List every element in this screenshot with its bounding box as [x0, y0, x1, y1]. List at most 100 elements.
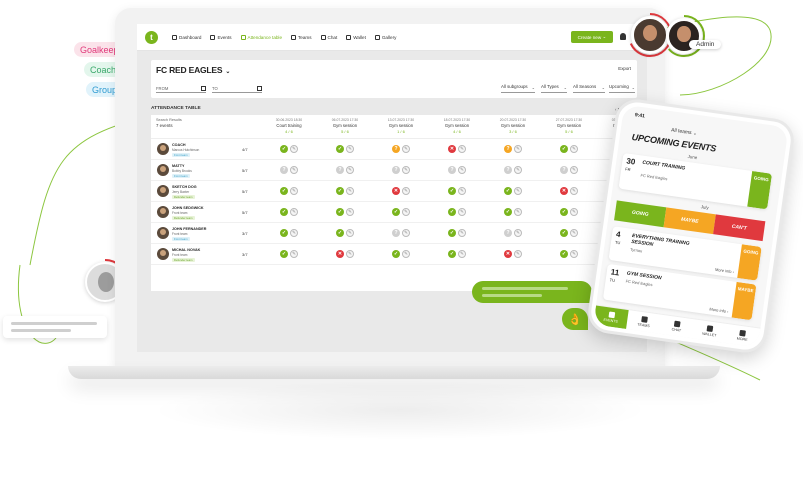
edit-icon[interactable]: ✎: [346, 145, 354, 153]
edit-icon[interactable]: ✎: [570, 187, 578, 195]
table-row[interactable]: SKETCH DOG Jerry Baxter Defender team 5/7 ✓ ✎…: [151, 181, 637, 202]
table-row[interactable]: JOHN SEDGWICK Front team Defender team 5/7 ✓…: [151, 202, 637, 223]
nav-attendance-table[interactable]: Attendance table: [240, 34, 282, 40]
edit-icon[interactable]: ✎: [514, 208, 522, 216]
edit-icon[interactable]: ✎: [570, 250, 578, 258]
nav-gallery[interactable]: Gallery: [374, 34, 396, 40]
status-ok-icon[interactable]: ✓: [504, 208, 512, 216]
status-ok-icon[interactable]: ✓: [504, 187, 512, 195]
edit-icon[interactable]: ✎: [346, 208, 354, 216]
status-ok-icon[interactable]: ✓: [448, 187, 456, 195]
status-ok-icon[interactable]: ✓: [280, 229, 288, 237]
edit-icon[interactable]: ✎: [514, 187, 522, 195]
status-ok-icon[interactable]: ✓: [448, 229, 456, 237]
status-ok-icon[interactable]: ✓: [336, 208, 344, 216]
choice-cant[interactable]: CAN'T: [713, 214, 766, 242]
edit-icon[interactable]: ✎: [514, 145, 522, 153]
status-ok-icon[interactable]: ✓: [280, 250, 288, 258]
status-maybe-icon[interactable]: ?: [504, 145, 512, 153]
filter-upcoming[interactable]: Upcoming ⌄: [609, 84, 635, 93]
to-date-field[interactable]: TO: [212, 86, 262, 93]
edit-icon[interactable]: ✎: [402, 250, 410, 258]
status-unk-icon[interactable]: ?: [336, 166, 344, 174]
team-selector[interactable]: FC RED EAGLES ⌄: [156, 65, 230, 75]
edit-icon[interactable]: ✎: [290, 166, 298, 174]
more-info-link[interactable]: More info ›: [709, 306, 729, 314]
edit-icon[interactable]: ✎: [290, 145, 298, 153]
logo[interactable]: t: [145, 30, 158, 44]
nav-wallet[interactable]: Wallet: [346, 34, 366, 40]
status-ok-icon[interactable]: ✓: [280, 187, 288, 195]
edit-icon[interactable]: ✎: [570, 208, 578, 216]
edit-icon[interactable]: ✎: [346, 166, 354, 174]
edit-icon[interactable]: ✎: [514, 229, 522, 237]
edit-icon[interactable]: ✎: [346, 187, 354, 195]
table-row[interactable]: COACH Marcus Hutchinson Front team 4/7 ✓ ✎ ✓ ✎?…: [151, 139, 637, 160]
column-header[interactable]: 20.07.2023 17:30 Gym session 3 / 6: [485, 118, 541, 134]
edit-icon[interactable]: ✎: [458, 208, 466, 216]
column-header[interactable]: 13.07.2023 17:30 Gym session 1 / 6: [373, 118, 429, 134]
status-no-icon[interactable]: ✕: [336, 250, 344, 258]
status-unk-icon[interactable]: ?: [504, 229, 512, 237]
nav-events[interactable]: Events: [210, 34, 232, 40]
from-date-field[interactable]: FROM: [156, 86, 206, 93]
edit-icon[interactable]: ✎: [570, 229, 578, 237]
edit-icon[interactable]: ✎: [570, 145, 578, 153]
edit-icon[interactable]: ✎: [514, 250, 522, 258]
status-ok-icon[interactable]: ✓: [392, 250, 400, 258]
status-no-icon[interactable]: ✕: [392, 187, 400, 195]
event-card[interactable]: 30 FR COURT TRAINING FC Red Eagles GOING: [618, 152, 773, 210]
edit-icon[interactable]: ✎: [290, 187, 298, 195]
status-ok-icon[interactable]: ✓: [560, 208, 568, 216]
choice-going[interactable]: GOING: [614, 200, 667, 228]
status-unk-icon[interactable]: ?: [560, 166, 568, 174]
status-no-icon[interactable]: ✕: [504, 250, 512, 258]
status-unk-icon[interactable]: ?: [392, 229, 400, 237]
status-maybe-icon[interactable]: ?: [392, 145, 400, 153]
edit-icon[interactable]: ✎: [290, 229, 298, 237]
filter-subgroups[interactable]: All subgroups ⌄: [501, 84, 535, 93]
status-no-icon[interactable]: ✕: [448, 145, 456, 153]
status-unk-icon[interactable]: ?: [504, 166, 512, 174]
tab-events[interactable]: EVENTS: [593, 305, 629, 329]
status-ok-icon[interactable]: ✓: [392, 208, 400, 216]
edit-icon[interactable]: ✎: [402, 187, 410, 195]
status-no-icon[interactable]: ✕: [560, 187, 568, 195]
table-row[interactable]: MICHAL NOVAK Front team Defender team 3/7 ✓ ✎…: [151, 244, 637, 265]
edit-icon[interactable]: ✎: [402, 166, 410, 174]
more-info-link[interactable]: More info ›: [715, 267, 735, 275]
table-row[interactable]: MATTY Bobby Brooks Front team 5/7? ✎? ✎? ✎? ✎? ✎…: [151, 160, 637, 181]
nav-dashboard[interactable]: Dashboard: [172, 34, 201, 40]
export-button[interactable]: Export: [618, 66, 631, 71]
edit-icon[interactable]: ✎: [458, 187, 466, 195]
tab-teams[interactable]: TEAMS: [626, 310, 662, 333]
edit-icon[interactable]: ✎: [458, 166, 466, 174]
edit-icon[interactable]: ✎: [458, 145, 466, 153]
edit-icon[interactable]: ✎: [402, 145, 410, 153]
tab-wallet[interactable]: WALLET: [692, 319, 728, 342]
nav-teams[interactable]: Teams: [291, 34, 312, 40]
edit-icon[interactable]: ✎: [402, 208, 410, 216]
status-ok-icon[interactable]: ✓: [336, 187, 344, 195]
edit-icon[interactable]: ✎: [514, 166, 522, 174]
column-header[interactable]: 30.06.2023 18:30 Court training 4 / 6: [261, 118, 317, 134]
status-unk-icon[interactable]: ?: [392, 166, 400, 174]
edit-icon[interactable]: ✎: [290, 250, 298, 258]
edit-icon[interactable]: ✎: [570, 166, 578, 174]
column-header[interactable]: 27.07.2023 17:30 Gym session 5 / 6: [541, 118, 597, 134]
tab-chat[interactable]: CHAT: [659, 315, 695, 338]
edit-icon[interactable]: ✎: [458, 250, 466, 258]
tab-more[interactable]: MORE: [725, 324, 761, 347]
table-row[interactable]: JOHN FERNANDER Front team Front team 3/7 ✓ ✎ ✓…: [151, 223, 637, 244]
status-unk-icon[interactable]: ?: [448, 166, 456, 174]
status-ok-icon[interactable]: ✓: [560, 145, 568, 153]
filter-seasons[interactable]: All Seasons ⌄: [573, 84, 605, 93]
edit-icon[interactable]: ✎: [402, 229, 410, 237]
edit-icon[interactable]: ✎: [290, 208, 298, 216]
status-ok-icon[interactable]: ✓: [280, 208, 288, 216]
column-header[interactable]: 06.07.2023 17:30 Gym session 5 / 6: [317, 118, 373, 134]
status-ok-icon[interactable]: ✓: [448, 208, 456, 216]
nav-chat[interactable]: Chat: [320, 34, 337, 40]
filter-types[interactable]: All Types ⌄: [541, 84, 567, 93]
status-ok-icon[interactable]: ✓: [336, 229, 344, 237]
